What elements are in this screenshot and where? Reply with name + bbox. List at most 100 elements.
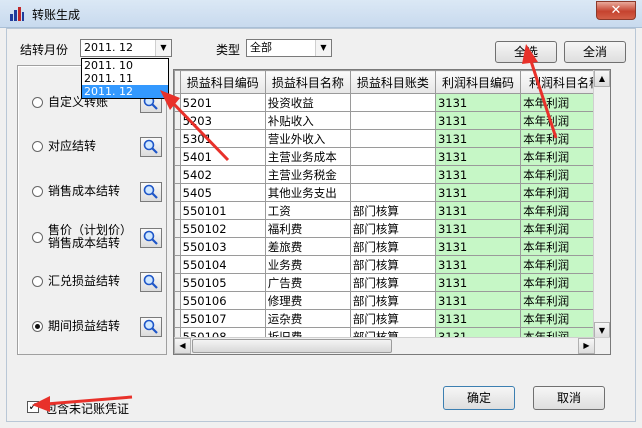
transfer-type-corresponding[interactable]: 对应结转 (28, 133, 162, 163)
table-cell[interactable]: 3131 (434, 147, 522, 166)
horizontal-scrollbar[interactable]: ◀ ▶ (174, 337, 610, 354)
table-row[interactable]: 550107 运杂费 部门核算 3131 本年利润 (174, 309, 610, 328)
table-cell[interactable]: 部门核算 (349, 309, 436, 328)
table-cell[interactable]: 部门核算 (349, 219, 436, 238)
table-cell[interactable]: 3131 (434, 183, 522, 202)
table-cell[interactable] (349, 147, 436, 166)
table-cell[interactable]: 5203 (179, 111, 266, 130)
table-row[interactable]: 550101 工资 部门核算 3131 本年利润 (174, 201, 610, 220)
table-cell[interactable]: 部门核算 (349, 255, 436, 274)
radio-button[interactable] (32, 276, 43, 287)
table-cell[interactable]: 营业外收入 (264, 129, 351, 148)
table-row[interactable]: 550103 差旅费 部门核算 3131 本年利润 (174, 237, 610, 256)
close-button[interactable]: ✕ (596, 1, 636, 20)
table-cell[interactable]: 550105 (179, 273, 266, 292)
table-cell[interactable]: 3131 (434, 255, 522, 274)
table-cell[interactable]: 部门核算 (349, 237, 436, 256)
table-cell[interactable]: 工资 (264, 201, 351, 220)
table-row[interactable]: 5402 主营业务税金 3131 本年利润 (174, 165, 610, 184)
table-row[interactable]: 550106 修理费 部门核算 3131 本年利润 (174, 291, 610, 310)
transfer-type-sales-cost[interactable]: 销售成本结转 (28, 178, 162, 208)
cancel-button[interactable]: 取消 (533, 386, 605, 410)
table-cell[interactable]: 3131 (434, 111, 522, 130)
table-cell[interactable]: 550102 (179, 219, 266, 238)
table-cell[interactable]: 主营业务成本 (264, 147, 351, 166)
table-cell[interactable]: 3131 (434, 291, 522, 310)
table-cell[interactable] (349, 93, 436, 112)
table-row[interactable]: 550104 业务费 部门核算 3131 本年利润 (174, 255, 610, 274)
table-cell[interactable]: 5401 (179, 147, 266, 166)
table-cell[interactable]: 广告费 (264, 273, 351, 292)
table-cell[interactable]: 550107 (179, 309, 266, 328)
month-select[interactable]: 2011. 12 ▼ (80, 39, 172, 57)
scroll-left-icon[interactable]: ◀ (174, 338, 191, 354)
select-all-button[interactable]: 全选 (495, 41, 557, 63)
scroll-right-icon[interactable]: ▶ (578, 338, 595, 354)
table-cell[interactable]: 3131 (434, 93, 522, 112)
transfer-type-period-pnl[interactable]: 期间损益结转 (28, 313, 162, 343)
vertical-scrollbar[interactable]: ▲ ▼ (593, 70, 610, 339)
table-cell[interactable]: 修理费 (264, 291, 351, 310)
column-header[interactable]: 损益科目账类 (349, 70, 436, 94)
table-cell[interactable]: 5405 (179, 183, 266, 202)
radio-button[interactable] (32, 232, 43, 243)
ok-button[interactable]: 确定 (443, 386, 515, 410)
transfer-type-planned-price-cost[interactable]: 售价（计划价） 销售成本结转 (28, 224, 162, 254)
table-cell[interactable]: 运杂费 (264, 309, 351, 328)
radio-button[interactable] (32, 186, 43, 197)
chevron-down-icon[interactable]: ▼ (155, 40, 171, 56)
radio-button[interactable] (32, 97, 43, 108)
table-cell[interactable]: 5201 (179, 93, 266, 112)
table-cell[interactable]: 其他业务支出 (264, 183, 351, 202)
column-header[interactable]: 利润科目编码 (434, 70, 522, 94)
lookup-button[interactable] (140, 137, 162, 157)
table-cell[interactable] (349, 129, 436, 148)
column-header[interactable]: 损益科目编码 (179, 70, 266, 94)
chevron-down-icon[interactable]: ▼ (315, 40, 331, 56)
table-row[interactable]: 550105 广告费 部门核算 3131 本年利润 (174, 273, 610, 292)
table-cell[interactable] (349, 111, 436, 130)
table-cell[interactable] (349, 183, 436, 202)
month-option[interactable]: 2011. 10 (82, 59, 168, 72)
table-row[interactable]: 5401 主营业务成本 3131 本年利润 (174, 147, 610, 166)
table-cell[interactable]: 3131 (434, 201, 522, 220)
table-cell[interactable]: 差旅费 (264, 237, 351, 256)
table-cell[interactable]: 3131 (434, 309, 522, 328)
table-cell[interactable]: 福利费 (264, 219, 351, 238)
table-cell[interactable]: 3131 (434, 219, 522, 238)
table-cell[interactable]: 5301 (179, 129, 266, 148)
table-row[interactable]: 5301 营业外收入 3131 本年利润 (174, 129, 610, 148)
scroll-up-icon[interactable]: ▲ (594, 70, 610, 87)
table-row[interactable]: 5405 其他业务支出 3131 本年利润 (174, 183, 610, 202)
transfer-type-exchange[interactable]: 汇兑损益结转 (28, 268, 162, 298)
table-cell[interactable]: 3131 (434, 237, 522, 256)
table-cell[interactable]: 补贴收入 (264, 111, 351, 130)
table-cell[interactable]: 550104 (179, 255, 266, 274)
table-cell[interactable]: 部门核算 (349, 291, 436, 310)
scroll-thumb[interactable] (192, 339, 392, 353)
table-cell[interactable]: 550101 (179, 201, 266, 220)
lookup-button[interactable] (140, 272, 162, 292)
deselect-all-button[interactable]: 全消 (564, 41, 626, 63)
radio-button[interactable] (32, 141, 43, 152)
table-cell[interactable]: 3131 (434, 165, 522, 184)
table-cell[interactable]: 550106 (179, 291, 266, 310)
radio-button-selected[interactable] (32, 321, 43, 332)
lookup-button[interactable] (140, 317, 162, 337)
table-cell[interactable]: 投资收益 (264, 93, 351, 112)
month-option-selected[interactable]: 2011. 12 (82, 85, 168, 98)
table-cell[interactable] (349, 165, 436, 184)
table-cell[interactable]: 5402 (179, 165, 266, 184)
month-option[interactable]: 2011. 11 (82, 72, 168, 85)
table-cell[interactable]: 部门核算 (349, 201, 436, 220)
table-cell[interactable]: 业务费 (264, 255, 351, 274)
lookup-button[interactable] (140, 228, 162, 248)
table-cell[interactable]: 3131 (434, 129, 522, 148)
table-cell[interactable]: 3131 (434, 273, 522, 292)
table-cell[interactable]: 550103 (179, 237, 266, 256)
table-row[interactable]: 550102 福利费 部门核算 3131 本年利润 (174, 219, 610, 238)
table-cell[interactable]: 主营业务税金 (264, 165, 351, 184)
column-header[interactable]: 损益科目名称 (264, 70, 351, 94)
table-row[interactable]: 5203 补贴收入 3131 本年利润 (174, 111, 610, 130)
type-select[interactable]: 全部 ▼ (246, 39, 332, 57)
